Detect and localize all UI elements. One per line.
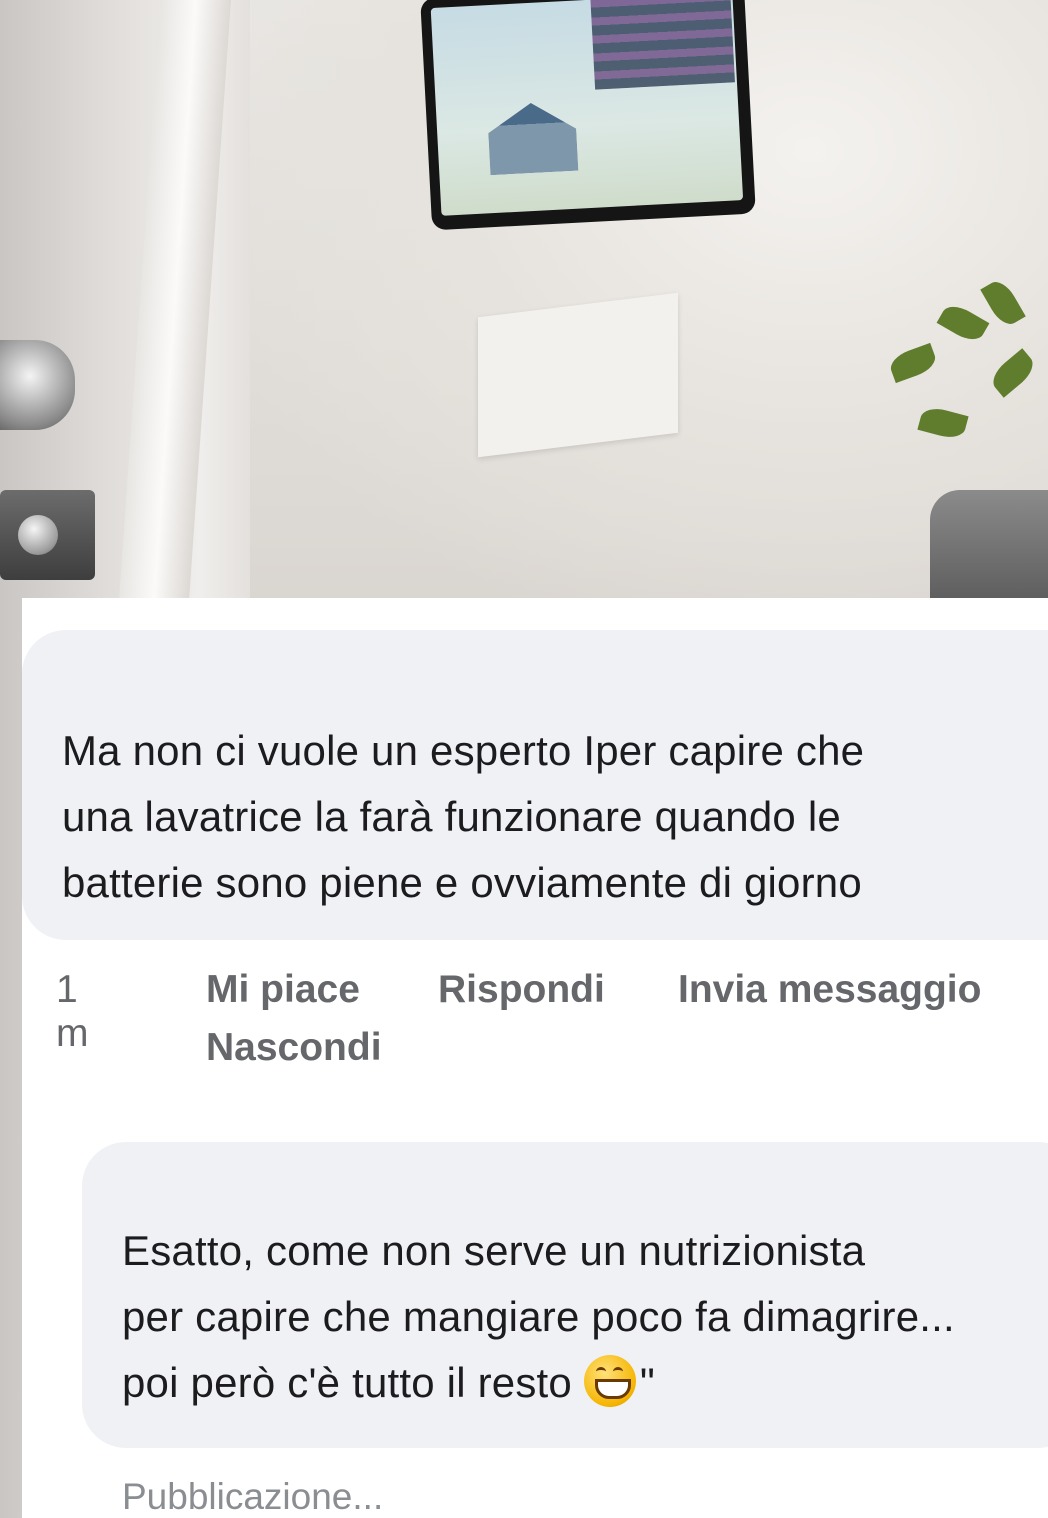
reply-bubble[interactable]: Esatto, come non serve un nutrizionista …	[82, 1142, 1048, 1448]
leaf	[917, 404, 969, 442]
plant-pot	[930, 490, 1048, 610]
energy-panel	[590, 0, 735, 90]
like-button[interactable]: Mi piace	[206, 968, 360, 1012]
comment-card: Ma non ci vuole un esperto Iper capire c…	[22, 598, 1048, 1518]
door-handle	[0, 340, 75, 430]
house-illustration	[476, 100, 590, 176]
reply-text-main: Esatto, come non serve un nutrizionista …	[122, 1227, 955, 1406]
light-switch-plate	[478, 292, 678, 458]
posting-status: Pubblicazione...	[122, 1476, 384, 1517]
comment-bubble[interactable]: Ma non ci vuole un esperto Iper capire c…	[22, 630, 1048, 940]
leaf	[987, 348, 1039, 398]
comment-time: 1 m	[56, 968, 89, 1055]
plant	[880, 276, 1048, 610]
comment-text: Ma non ci vuole un esperto Iper capire c…	[62, 727, 865, 906]
leaf	[886, 342, 940, 384]
send-message-button[interactable]: Invia messaggio	[678, 968, 981, 1012]
reply-button[interactable]: Rispondi	[438, 968, 605, 1012]
door-lock	[0, 490, 95, 580]
reply-text: Esatto, come non serve un nutrizionista …	[122, 1218, 1048, 1416]
wall-tablet	[420, 0, 756, 231]
grinning-face-emoji-icon	[583, 1355, 636, 1407]
leaf	[936, 300, 990, 346]
tablet-screen	[430, 0, 744, 216]
lock-knob	[18, 515, 58, 555]
reply-text-end: "	[639, 1359, 655, 1406]
hide-button[interactable]: Nascondi	[206, 1026, 382, 1070]
